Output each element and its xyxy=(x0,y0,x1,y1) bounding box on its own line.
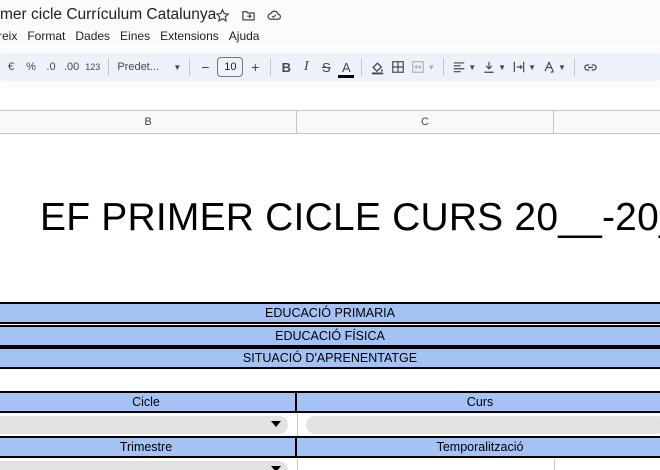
formula-bar xyxy=(0,88,660,111)
strikethrough-label: S xyxy=(321,59,331,75)
title-bar: mer cicle Currículum Catalunya xyxy=(0,0,660,28)
menu-item-edit[interactable]: reix xyxy=(0,29,22,43)
menu-bar: reix Format Dades Eines Extensions Ajuda xyxy=(0,26,660,46)
decrease-font-size-button[interactable]: − xyxy=(195,55,215,79)
dropdown-arrow-icon xyxy=(271,421,281,427)
menu-item-format[interactable]: Format xyxy=(22,29,70,43)
horizontal-align-icon[interactable]: ▼ xyxy=(449,55,479,79)
currency-format-button[interactable]: € xyxy=(1,55,21,79)
cloud-saved-icon[interactable] xyxy=(266,7,282,23)
toolbar-divider xyxy=(270,58,272,76)
menu-item-data[interactable]: Dades xyxy=(70,29,115,43)
increase-font-size-button[interactable]: + xyxy=(245,55,265,79)
toolbar-divider xyxy=(361,58,363,76)
grid-divider xyxy=(297,414,298,436)
band-educacio-fisica[interactable]: EDUCACIÓ FÍSICA xyxy=(0,325,660,347)
caret-down-icon: ▼ xyxy=(498,62,507,72)
sheet-title: EF PRIMER CICLE CURS 20__-20__ xyxy=(40,196,660,239)
caret-down-icon: ▼ xyxy=(427,62,436,72)
text-color-label: A xyxy=(341,59,351,75)
column-headers: B C xyxy=(0,111,660,134)
caret-down-icon: ▼ xyxy=(173,62,182,72)
column-header-d[interactable] xyxy=(554,111,660,133)
grid-divider xyxy=(297,459,298,470)
header-curs[interactable]: Curs xyxy=(295,391,660,413)
increase-decimals-button[interactable]: .00 xyxy=(61,55,82,79)
vertical-align-icon[interactable]: ▼ xyxy=(479,55,509,79)
column-header-b[interactable]: B xyxy=(0,111,297,133)
cicle-dropdown[interactable] xyxy=(0,416,288,434)
caret-down-icon: ▼ xyxy=(468,62,477,72)
font-size-input[interactable]: 10 xyxy=(217,57,244,77)
font-family-select[interactable]: Predet... ▼ xyxy=(114,55,184,79)
text-wrap-icon[interactable]: ▼ xyxy=(509,55,539,79)
toolbar-divider xyxy=(108,58,110,76)
band-educacio-primaria[interactable]: EDUCACIÓ PRIMARIA xyxy=(0,302,660,324)
caret-down-icon: ▼ xyxy=(528,62,537,72)
toolbar: € % .0 .00 123 Predet... ▼ − 10 + B I S … xyxy=(0,53,660,81)
column-header-c[interactable]: C xyxy=(297,111,554,133)
sheet-grid[interactable]: EF PRIMER CICLE CURS 20__-20__ EDUCACIÓ … xyxy=(0,134,660,470)
grid-divider xyxy=(554,459,555,470)
insert-link-icon[interactable] xyxy=(580,55,601,79)
text-rotation-icon[interactable]: ▼ xyxy=(539,55,569,79)
curs-dropdown[interactable] xyxy=(306,416,660,434)
caret-down-icon: ▼ xyxy=(558,62,566,72)
move-to-folder-icon[interactable] xyxy=(240,7,256,23)
document-title[interactable]: mer cicle Currículum Catalunya xyxy=(0,6,216,24)
menu-item-tools[interactable]: Eines xyxy=(115,29,155,43)
header-cicle[interactable]: Cicle xyxy=(0,391,297,413)
menu-item-help[interactable]: Ajuda xyxy=(224,29,265,43)
header-trimestre[interactable]: Trimestre xyxy=(0,436,297,458)
header-temporalitzacio[interactable]: Temporalització xyxy=(295,436,660,458)
toolbar-divider xyxy=(189,58,191,76)
fill-color-icon[interactable] xyxy=(367,55,388,79)
text-color-button[interactable]: A xyxy=(336,55,356,79)
strikethrough-button[interactable]: S xyxy=(316,55,336,79)
decrease-decimals-button[interactable]: .0 xyxy=(41,55,61,79)
italic-button[interactable]: I xyxy=(296,55,316,79)
borders-icon[interactable] xyxy=(388,55,408,79)
merge-cells-icon[interactable]: ▼ xyxy=(408,55,438,79)
percent-format-button[interactable]: % xyxy=(21,55,41,79)
toolbar-divider xyxy=(443,58,445,76)
toolbar-divider xyxy=(573,58,575,76)
dropdown-arrow-icon xyxy=(271,466,281,470)
band-situacio-aprenentatge[interactable]: SITUACIÓ D'APRENENTATGE xyxy=(0,347,660,369)
menu-item-extensions[interactable]: Extensions xyxy=(155,29,224,43)
bold-button[interactable]: B xyxy=(276,55,296,79)
star-icon[interactable] xyxy=(214,7,230,23)
toolbar-area: € % .0 .00 123 Predet... ▼ − 10 + B I S … xyxy=(0,48,660,88)
number-format-button[interactable]: 123 xyxy=(82,55,103,79)
trimestre-dropdown[interactable] xyxy=(0,461,288,470)
font-family-value: Predet... xyxy=(117,61,159,73)
